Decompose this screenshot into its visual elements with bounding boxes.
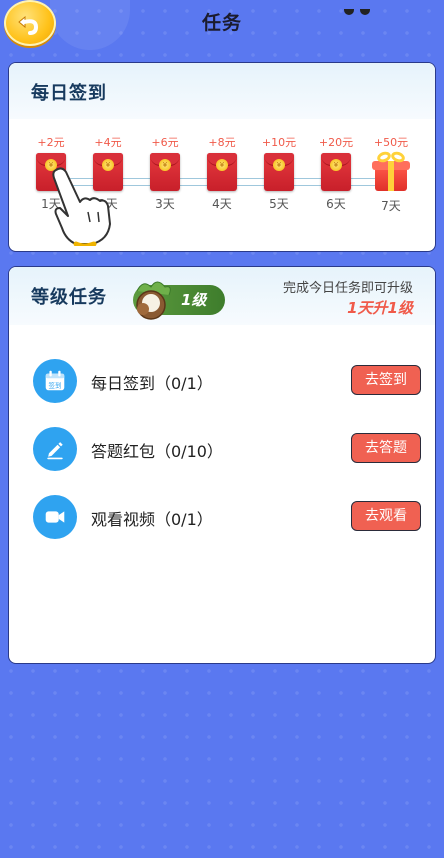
signin-header: 每日签到: [9, 63, 435, 119]
day-reward: +8元: [208, 136, 236, 149]
day-reward: +20元: [318, 136, 354, 149]
day-label: 5天: [269, 197, 289, 211]
day-label: 4天: [212, 197, 232, 211]
red-envelope-icon: ¥: [321, 153, 351, 191]
upgrade-hint: 完成今日任务即可升级: [282, 281, 413, 296]
signin-day-5[interactable]: +10元 ¥ 5天: [251, 135, 307, 212]
day-label: 3天: [155, 197, 175, 211]
day-reward: +10元: [261, 136, 297, 149]
video-camera-icon: [33, 495, 77, 539]
go-watch-button[interactable]: 去观看: [351, 501, 421, 531]
coconut-emblem-icon: [136, 281, 171, 320]
page-title: 任务: [201, 12, 242, 34]
task-row-signin: 签到 每日签到（0/1） 去签到: [33, 359, 421, 403]
task-row-quiz: 答题红包（0/10） 去答题: [33, 427, 421, 471]
day-reward: +2元: [37, 136, 65, 149]
task-label: 每日签到（0/1）: [91, 374, 213, 393]
task-row-video: 观看视频（0/1） 去观看: [33, 495, 421, 539]
calendar-icon: 签到: [33, 359, 77, 403]
coin-icon: ¥: [273, 159, 285, 171]
coin-icon: ¥: [330, 159, 342, 171]
top-bar: 任务: [0, 0, 444, 60]
upgrade-speed: 1天升1级: [347, 299, 413, 317]
level-tasks-card: 等级任务 1级 完成今日任务即可升级 1天升1级 签到 每日签到（0/1） 去签…: [8, 266, 436, 664]
level-header: 等级任务 1级 完成今日任务即可升级 1天升1级: [9, 267, 435, 325]
coin-icon: ¥: [159, 159, 171, 171]
red-envelope-icon: ¥: [150, 153, 180, 191]
signin-day-6[interactable]: +20元 ¥ 6天: [308, 135, 364, 212]
task-label: 观看视频（0/1）: [91, 510, 213, 529]
pencil-icon: [33, 427, 77, 471]
go-quiz-button[interactable]: 去答题: [351, 433, 421, 463]
day-label: 7天: [381, 199, 401, 213]
coin-icon: ¥: [216, 159, 228, 171]
day-label: 6天: [326, 197, 346, 211]
signin-day-4[interactable]: +8元 ¥ 4天: [194, 135, 250, 212]
gift-box-icon: [371, 149, 411, 193]
level-title: 等级任务: [31, 287, 107, 308]
level-badge: 1级: [133, 281, 225, 320]
red-envelope-icon: ¥: [207, 153, 237, 191]
day-reward: +50元: [373, 136, 409, 149]
svg-text:签到: 签到: [49, 381, 62, 390]
signin-day-3[interactable]: +6元 ¥ 3天: [137, 135, 193, 212]
task-label: 答题红包（0/10）: [91, 442, 223, 461]
signin-day-7[interactable]: +50元 7天: [363, 135, 419, 214]
day-reward: +4元: [94, 136, 122, 149]
level-badge-text: 1级: [181, 291, 207, 309]
pointing-hand-icon: [52, 167, 111, 246]
decorative-marks: [344, 0, 394, 15]
go-signin-button[interactable]: 去签到: [351, 365, 421, 395]
day-reward: +6元: [151, 136, 179, 149]
red-envelope-icon: ¥: [264, 153, 294, 191]
signin-title: 每日签到: [31, 83, 107, 104]
